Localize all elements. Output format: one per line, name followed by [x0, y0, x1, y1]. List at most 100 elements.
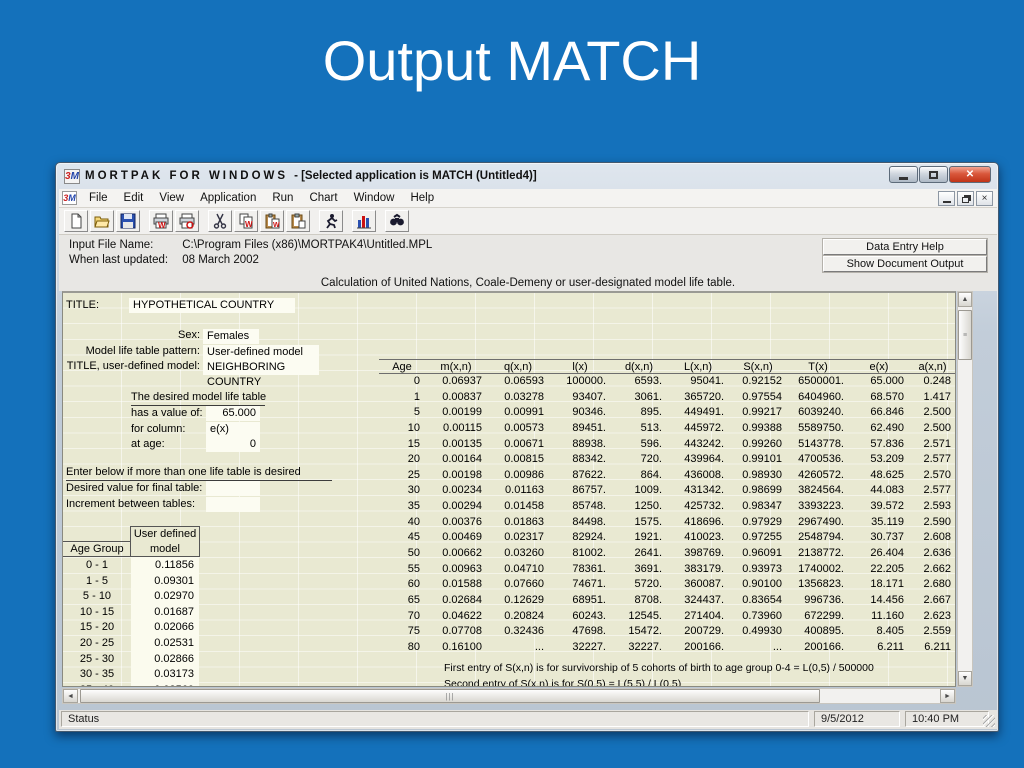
- life-table: Age m(x,n) q(x,n) l(x) d(x,n) L(x,n) S(x,n) T(x…: [379, 359, 955, 656]
- title-input[interactable]: HYPOTHETICAL COUNTRY: [129, 298, 295, 313]
- user-defined-model-header: User defined model: [130, 526, 200, 557]
- menu-item[interactable]: Application: [192, 190, 264, 206]
- chart-button[interactable]: [352, 210, 376, 232]
- mdi-restore-button[interactable]: [957, 191, 974, 206]
- column-label: for column:: [131, 422, 186, 435]
- window-titlebar[interactable]: 3M MORTPAK FOR WINDOWS - [Selected applic…: [56, 163, 998, 189]
- print-button[interactable]: W: [149, 210, 173, 232]
- age-group-row[interactable]: 5 - 10 0.02970: [63, 589, 200, 605]
- user-model-input[interactable]: NEIGHBORING COUNTRY: [203, 360, 319, 388]
- toolbar: W W W: [59, 208, 997, 235]
- svg-text:W: W: [158, 221, 166, 229]
- age-group-row[interactable]: 0 - 1 0.11856: [63, 558, 200, 574]
- model-value-cell: 0.02066: [154, 621, 194, 634]
- age-group-row[interactable]: 15 - 20 0.02066: [63, 620, 200, 636]
- menu-item[interactable]: Run: [264, 190, 301, 206]
- window-title: MORTPAK FOR WINDOWS - [Selected applicati…: [85, 170, 537, 182]
- value-input[interactable]: 65.000: [206, 406, 260, 421]
- menu-item[interactable]: Chart: [301, 190, 345, 206]
- worksheet-grid: TITLE: HYPOTHETICAL COUNTRY Sex: Females…: [62, 291, 956, 687]
- paste-icon: W: [265, 213, 280, 229]
- cut-icon: [213, 213, 227, 229]
- age-group-cell: 5 - 10: [82, 590, 112, 603]
- menu-item[interactable]: Edit: [116, 190, 152, 206]
- open-file-button[interactable]: [90, 210, 114, 232]
- resize-grip[interactable]: [983, 715, 995, 727]
- model-value-cell: 0.02970: [154, 590, 194, 603]
- life-table-row: 70 0.04622 0.20824 60243. 12545. 271404. 0.73…: [407, 609, 951, 622]
- paste-button[interactable]: W: [260, 210, 284, 232]
- column-input[interactable]: e(x): [206, 421, 260, 437]
- age-group-row[interactable]: 25 - 30 0.02866: [63, 652, 200, 668]
- menu-item[interactable]: View: [151, 190, 192, 206]
- age-group-row[interactable]: 10 - 15 0.01687: [63, 605, 200, 621]
- data-entry-help-button[interactable]: Data Entry Help: [823, 239, 987, 255]
- cut-button[interactable]: [208, 210, 232, 232]
- mdi-close-button[interactable]: ×: [976, 191, 993, 206]
- life-table-header-cell: a(x,n): [918, 361, 947, 373]
- life-table-header: Age m(x,n) q(x,n) l(x) d(x,n) L(x,n) S(x,n) T(x…: [379, 359, 955, 374]
- title-label: TITLE:: [66, 299, 100, 311]
- life-table-row: 75 0.07708 0.32436 47698. 15472. 200729. 0.49…: [407, 625, 951, 638]
- age-group-row[interactable]: 30 - 35 0.03173: [63, 667, 200, 683]
- life-table-row: 60 0.01588 0.07660 74671. 5720. 360087. 0.901…: [407, 578, 951, 591]
- mdi-minimize-icon: [942, 200, 951, 203]
- age-group-row[interactable]: 20 - 25 0.02531: [63, 636, 200, 652]
- menu-item[interactable]: File: [81, 190, 116, 206]
- print-preview-icon: [179, 213, 195, 229]
- age-input[interactable]: 0: [206, 437, 260, 452]
- scroll-left-arrow[interactable]: ◄: [63, 689, 78, 703]
- scroll-right-arrow[interactable]: ►: [940, 689, 955, 703]
- save-icon: [120, 213, 136, 229]
- pattern-input[interactable]: User-defined model: [203, 344, 319, 360]
- horizontal-scroll-thumb[interactable]: |||: [80, 689, 820, 703]
- open-folder-icon: [94, 216, 110, 228]
- run-button[interactable]: [319, 210, 343, 232]
- life-table-row: 15 0.00135 0.00671 88938. 596. 443242. 0.9926…: [407, 437, 951, 450]
- mortpak-app-icon: 3M: [64, 168, 80, 184]
- copy-button[interactable]: W: [234, 210, 258, 232]
- life-table-row: 30 0.00234 0.01163 86757. 1009. 431342. 0.986…: [407, 484, 951, 497]
- mdi-close-icon: ×: [981, 193, 988, 204]
- find-button[interactable]: [385, 210, 409, 232]
- maximize-button[interactable]: [919, 166, 948, 183]
- status-message: Status: [61, 711, 809, 727]
- close-button[interactable]: ✕: [949, 166, 991, 183]
- scroll-up-arrow[interactable]: ▲: [958, 292, 972, 307]
- save-button[interactable]: [116, 210, 140, 232]
- vertical-scroll-thumb[interactable]: ≡: [958, 310, 972, 360]
- minimize-button[interactable]: [889, 166, 918, 183]
- mdi-restore-icon: [962, 196, 969, 203]
- age-group-row[interactable]: 1 - 5 0.09301: [63, 574, 200, 590]
- sex-input[interactable]: Females: [203, 329, 259, 344]
- show-document-output-button[interactable]: Show Document Output: [823, 256, 987, 272]
- age-group-cell: 1 - 5: [85, 574, 108, 587]
- increment-input[interactable]: [206, 496, 260, 512]
- file-info-panel: Input File Name: C:\Program Files (x86)\…: [59, 235, 997, 291]
- print-preview-button[interactable]: [175, 210, 199, 232]
- age-label: at age:: [131, 438, 165, 450]
- life-table-row: 10 0.00115 0.00573 89451. 513. 445972. 0.9938…: [407, 421, 951, 434]
- age-group-row[interactable]: 35 - 40 0.03560: [63, 683, 200, 686]
- age-group-cell: 15 - 20: [79, 621, 115, 634]
- final-value-input[interactable]: [206, 481, 260, 496]
- scroll-down-arrow[interactable]: ▼: [958, 671, 972, 686]
- new-document-button[interactable]: [64, 210, 88, 232]
- life-table-header-cell: l(x): [572, 361, 588, 373]
- life-table-row: 5 0.00199 0.00991 90346. 895. 449491. 0.99217…: [413, 406, 951, 419]
- life-table-header-cell: e(x): [869, 361, 889, 373]
- horizontal-scrollbar[interactable]: ◄ ||| ►: [62, 688, 956, 704]
- menu-item[interactable]: Window: [346, 190, 403, 206]
- status-bar: Status 9/5/2012 10:40 PM: [59, 710, 997, 729]
- status-time: 10:40 PM: [905, 711, 989, 727]
- value-label: has a value of:: [131, 407, 203, 419]
- input-file-value: C:\Program Files (x86)\MORTPAK4\Untitled…: [182, 239, 433, 251]
- paste-special-icon: [291, 213, 306, 229]
- life-table-row: 1 0.00837 0.03278 93407. 3061. 365720. 0.9755…: [413, 390, 951, 403]
- mdi-minimize-button[interactable]: [938, 191, 955, 206]
- model-value-cell: 0.09301: [154, 574, 194, 587]
- minimize-icon: [899, 176, 908, 180]
- paste-special-button[interactable]: [286, 210, 310, 232]
- vertical-scrollbar[interactable]: ▲ ≡ ▼: [957, 291, 973, 687]
- menu-item[interactable]: Help: [402, 190, 442, 206]
